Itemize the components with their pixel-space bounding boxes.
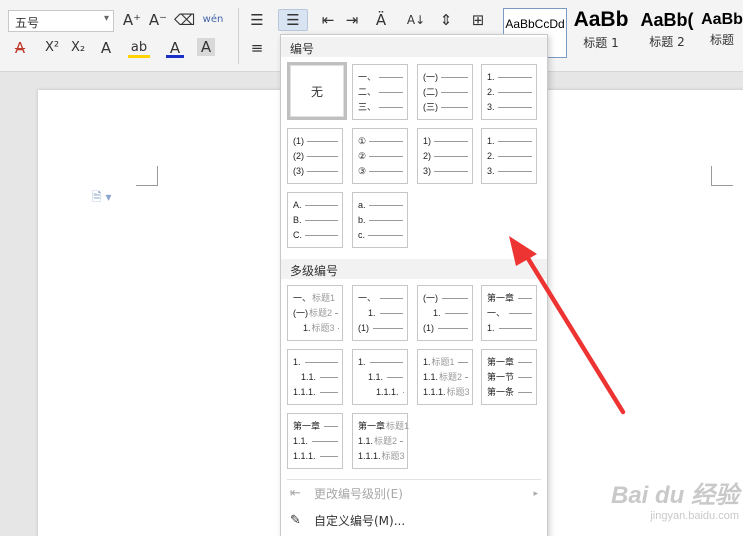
- watermark-sub: jingyan.baidu.com: [650, 510, 739, 522]
- annotation-arrow-shaft: [521, 249, 626, 415]
- annotation-arrow: [509, 236, 626, 415]
- annotation-arrow-head: [509, 236, 537, 266]
- watermark: Bai du 经验 jingyan.baidu.com: [611, 475, 739, 522]
- watermark-main: Bai du 经验: [610, 482, 739, 509]
